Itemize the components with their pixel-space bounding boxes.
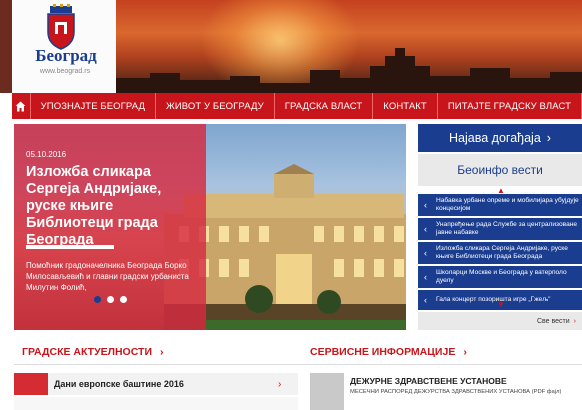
list-item[interactable]: Дани европске баштине 2016 › [14,373,298,395]
city-crest-icon [47,4,75,50]
chevron-right-icon: › [160,346,164,358]
slider-dot-3[interactable] [120,296,127,303]
chevron-right-icon: › [278,378,282,390]
service-item-subtitle[interactable]: МЕСЕЧНИ РАСПОРЕД ДЕЖУРСТВА ЗДРАВСТВЕНИХ … [350,389,561,395]
nav-item-pitajte[interactable]: ПИТАЈТЕ ГРАДСКУ ВЛАСТ [438,93,582,119]
hero-caption-panel[interactable]: 05.10.2016 Изложба сликара Сергеја Андри… [14,124,206,330]
section-divider [14,364,582,365]
events-button[interactable]: Најава догађаја › [418,124,582,152]
nav-item-vlast[interactable]: ГРАДСКА ВЛАСТ [275,93,374,119]
list-item[interactable] [14,397,298,410]
news-item[interactable]: ‹ Набавка урбане опреме и мобилијара убу… [418,194,582,216]
beoinfo-header[interactable]: Беоинфо вести [418,154,582,186]
news-list: ‹ Набавка урбане опреме и мобилијара убу… [418,194,582,312]
chevron-left-icon: ‹ [424,224,427,234]
news-item[interactable]: ‹ Изложба сликара Сергеја Андријаке, рус… [418,242,582,264]
site-header: Београд www.beograd.rs [0,0,582,93]
service-thumbnail [310,373,344,410]
chevron-down-icon[interactable]: ▼ [497,300,505,309]
chevron-left-icon: ‹ [424,200,427,210]
hero-date: 05.10.2016 [26,150,67,159]
slider-dots [94,296,127,303]
hero-slider[interactable]: 05.10.2016 Изложба сликара Сергеја Андри… [14,124,406,330]
news-item[interactable]: ‹ Школарци Москве и Београда у ватерполо… [418,266,582,288]
nav-item-zivot[interactable]: ЖИВОТ У БЕОГРАДУ [156,93,275,119]
site-logo[interactable]: Београд www.beograd.rs [12,0,116,93]
slider-dot-2[interactable] [107,296,114,303]
hero-title[interactable]: Изложба сликара Сергеја Андријаке, руске… [26,164,204,249]
hero-ground [206,320,406,330]
slider-dot-1[interactable] [94,296,101,303]
all-news-link[interactable]: Све вести › [418,312,582,330]
main-nav: УПОЗНАЈТЕ БЕОГРАД ЖИВОТ У БЕОГРАДУ ГРАДС… [12,93,582,119]
service-item-title[interactable]: ДЕЖУРНЕ ЗДРАВСТВЕНЕ УСТАНОВЕ [350,376,507,386]
logo-url: www.beograd.rs [39,68,91,75]
chevron-right-icon: › [463,346,467,358]
chevron-left-icon: ‹ [424,272,427,282]
logo-text: Београд [35,46,97,65]
nav-item-upoznajte[interactable]: УПОЗНАЈТЕ БЕОГРАД [31,93,156,119]
news-item[interactable]: ‹ Унапређење рада Службе за централизова… [418,218,582,240]
city-skyline [110,48,582,93]
events-label: Најава догађаја [449,131,541,145]
nav-item-kontakt[interactable]: КОНТАКТ [373,93,438,119]
news-thumbnail [14,373,48,395]
chevron-right-icon: › [546,131,551,145]
chevron-left-icon: ‹ [424,295,427,305]
news-item-title: Дани европске баштине 2016 [54,379,184,389]
chevron-right-icon: › [573,317,576,325]
chevron-left-icon: ‹ [424,248,427,258]
hero-divider [26,245,114,249]
hero-description: Помоћник градоначелника Београда Борко М… [26,261,189,292]
home-icon [15,101,26,111]
service-info-heading[interactable]: СЕРВИСНЕ ИНФОРМАЦИЈЕ › [310,346,467,358]
city-news-heading[interactable]: ГРАДСКЕ АКТУЕЛНОСТИ › [22,346,164,358]
nav-home[interactable] [12,93,31,119]
